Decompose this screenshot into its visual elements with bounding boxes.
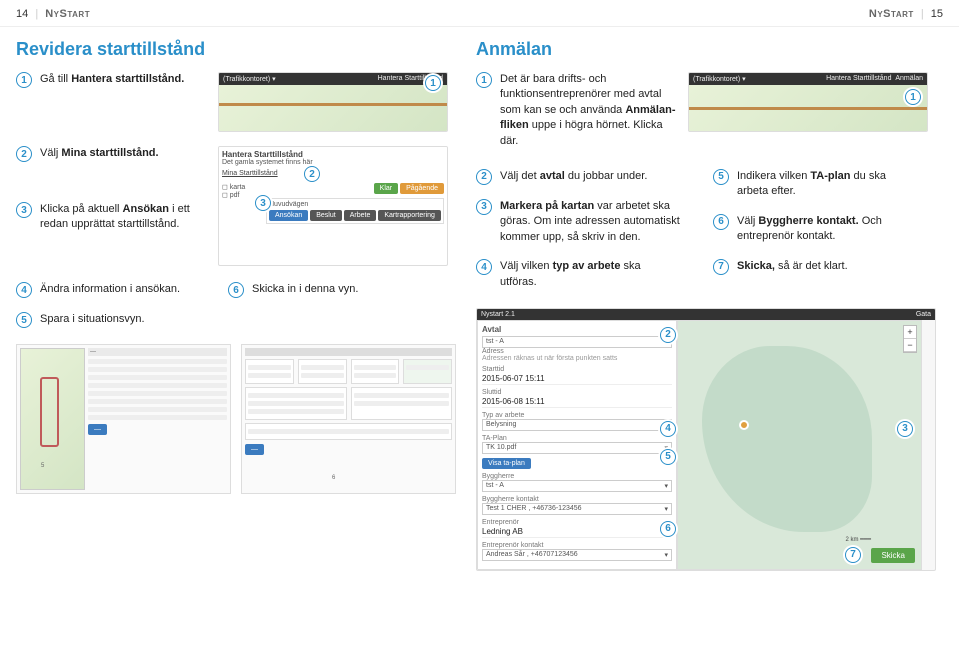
left-step-5: 5 Spara i situationsvyn. bbox=[16, 312, 216, 328]
right-step-2: 2 Välj det avtal du jobbar under. bbox=[476, 169, 701, 185]
sluttid-value: 2015-06-08 15:11 bbox=[482, 396, 672, 408]
marker-1: 1 bbox=[425, 75, 441, 91]
bullet-1: 1 bbox=[16, 72, 32, 88]
marker-r3: 3 bbox=[897, 421, 913, 437]
right-column: Anmälan 1 Det är bara drifts- och funkti… bbox=[476, 31, 936, 571]
visa-taplan-button[interactable]: Visa ta-plan bbox=[482, 458, 531, 469]
right-step-6: 6 Välj Byggherre kontakt. Och entreprenö… bbox=[713, 214, 928, 245]
right-step-7: 7 Skicka, så är det klart. bbox=[713, 259, 928, 275]
zoom-out-button[interactable]: − bbox=[904, 339, 916, 352]
typ-select[interactable]: Belysning▾ bbox=[482, 419, 672, 431]
map-scale: 2 km ━━━ bbox=[845, 536, 871, 543]
mock-panel-a: — — 5 bbox=[16, 344, 231, 494]
right-form-mock: Nystart 2.1 Gata Avtal tst - A▾ Adress A… bbox=[476, 308, 936, 571]
left-step-3: 3 Klicka på aktuell Ansökan i ett redan … bbox=[16, 202, 206, 233]
right-step-3: 3 Markera på kartan var arbetet ska göra… bbox=[476, 199, 701, 245]
avtal-select[interactable]: tst - A▾ bbox=[482, 336, 672, 348]
form-panel: Avtal tst - A▾ Adress Adressen räknas ut… bbox=[477, 320, 677, 570]
left-step-2: 2 Välj Mina starttillstånd. bbox=[16, 146, 206, 162]
brand-left: NyStart bbox=[45, 8, 90, 20]
right-step-5: 5 Indikera vilken TA-plan du ska arbeta … bbox=[713, 169, 928, 200]
pg-right: 15 bbox=[931, 8, 943, 20]
right-step-4: 4 Välj vilken typ av arbete ska utföras. bbox=[476, 259, 701, 290]
marker-r1: 1 bbox=[905, 89, 921, 105]
brand-right: NyStart bbox=[869, 8, 914, 20]
left-mock-1: (Trafikkontoret) ▾ Hantera Starttillstån… bbox=[218, 72, 448, 132]
zoom-in-button[interactable]: + bbox=[904, 326, 916, 339]
marker-r2: 2 bbox=[660, 327, 676, 343]
marker-r4: 4 bbox=[660, 421, 676, 437]
marker-r6: 6 bbox=[660, 521, 676, 537]
left-column: Revidera starttillstånd 1 Gå till Hanter… bbox=[16, 31, 456, 571]
left-bottom-mocks: — — 5 bbox=[16, 344, 456, 494]
page-num-left: 14 | NyStart bbox=[16, 8, 90, 20]
taplan-select[interactable]: TK 10.pdf▾ bbox=[482, 442, 672, 454]
left-step-6: 6 Skicka in i denna vyn. bbox=[228, 282, 358, 298]
left-title: Revidera starttillstånd bbox=[16, 39, 456, 60]
map-panel[interactable]: + − 2 km ━━━ Skicka 2 3 4 5 6 7 bbox=[677, 320, 922, 570]
skicka-button[interactable]: Skicka bbox=[871, 548, 915, 563]
page-header: 14 | NyStart NyStart | 15 bbox=[0, 0, 959, 27]
map-pin-icon bbox=[739, 420, 749, 430]
left-step-4: 4 Ändra information i ansökan. bbox=[16, 282, 216, 298]
pg-left: 14 bbox=[16, 8, 28, 20]
marker-5a: 5 bbox=[41, 463, 44, 469]
mock-panel-b: — 6 bbox=[241, 344, 456, 494]
byggherre-kontakt-select[interactable]: Test 1 CHER , +46736-123456▾ bbox=[482, 503, 672, 515]
page-num-right: NyStart | 15 bbox=[869, 8, 943, 20]
starttid-value: 2015-06-07 15:11 bbox=[482, 373, 672, 385]
zoom-control[interactable]: + − bbox=[903, 325, 917, 353]
right-mock-1: (Trafikkontoret) ▾ Hantera Starttillstån… bbox=[688, 72, 928, 132]
right-step-1: 1 Det är bara drifts- och funktionsentre… bbox=[476, 72, 676, 149]
left-mock-2: Hantera Starttillstånd Det gamla systeme… bbox=[218, 146, 448, 266]
marker-r5: 5 bbox=[660, 449, 676, 465]
marker-6a: 6 bbox=[332, 475, 335, 481]
marker-r7: 7 bbox=[845, 547, 861, 563]
app-title: Nystart 2.1 bbox=[481, 311, 515, 318]
marker-3: 3 bbox=[255, 195, 271, 211]
entreprenor-kontakt-select[interactable]: Andreas Sår , +46707123456▾ bbox=[482, 549, 672, 561]
right-title: Anmälan bbox=[476, 39, 936, 60]
left-step-1: 1 Gå till Hantera starttillstånd. bbox=[16, 72, 206, 88]
byggherre-select[interactable]: tst - A▾ bbox=[482, 480, 672, 492]
marker-2: 2 bbox=[304, 166, 320, 182]
